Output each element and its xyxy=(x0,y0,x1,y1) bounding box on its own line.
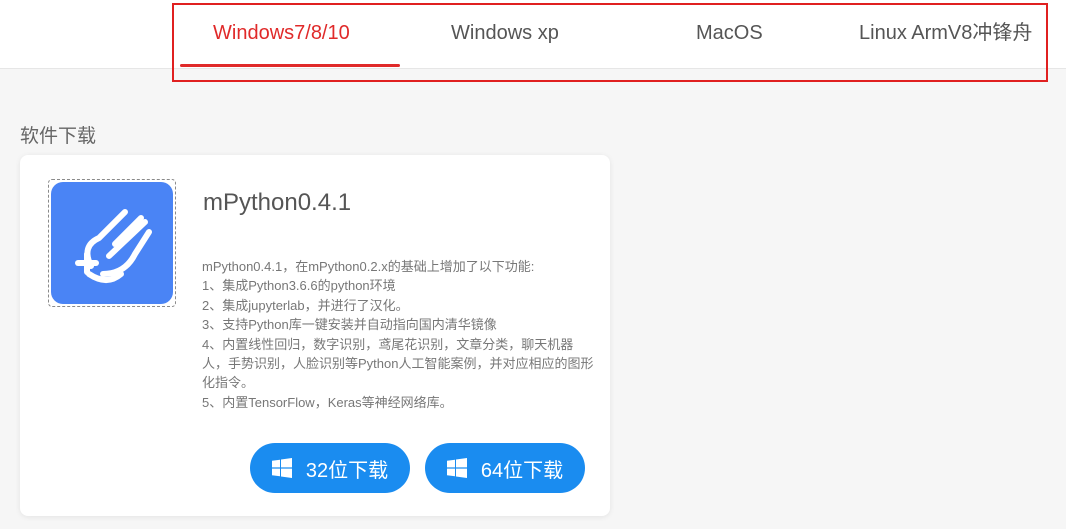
top-navigation-bar: Windows7/8/10 Windows xp MacOS Linux Arm… xyxy=(0,0,1066,69)
tab-linux-armv8[interactable]: Linux ArmV8冲锋舟 xyxy=(859,20,1032,46)
download-64bit-button[interactable]: 64位下载 xyxy=(425,443,585,493)
description-line: 1、集成Python3.6.6的python环境 xyxy=(202,278,396,294)
windows-icon xyxy=(446,458,467,478)
description-line: 5、内置TensorFlow，Keras等神经网络库。 xyxy=(202,394,453,410)
tab-windows-xp[interactable]: Windows xp xyxy=(451,20,559,46)
section-title: 软件下载 xyxy=(20,126,97,147)
mpython-logo-icon xyxy=(51,182,173,304)
download-64bit-label: 64位下载 xyxy=(480,459,564,482)
app-description: mPython0.4.1，在mPython0.2.x的基础上增加了以下功能: 1… xyxy=(202,257,598,412)
description-line: 3、支持Python库一键安装并自动指向国内清华镜像 xyxy=(202,317,497,333)
download-32bit-label: 32位下载 xyxy=(305,459,389,482)
app-icon-frame xyxy=(48,179,176,307)
description-line: mPython0.4.1，在mPython0.2.x的基础上增加了以下功能: xyxy=(202,259,535,274)
tab-macos[interactable]: MacOS xyxy=(696,20,763,46)
app-title: mPython0.4.1 xyxy=(203,189,352,216)
windows-icon xyxy=(271,458,292,478)
software-card: mPython0.4.1 mPython0.4.1，在mPython0.2.x的… xyxy=(20,155,610,516)
active-tab-indicator xyxy=(180,64,400,67)
description-line: 4、内置线性回归，数字识别，鸢尾花识别，文章分类，聊天机器人，手势识别，人脸识别… xyxy=(202,336,594,391)
download-32bit-button[interactable]: 32位下载 xyxy=(250,443,410,493)
description-line: 2、集成jupyterlab，并进行了汉化。 xyxy=(202,297,409,313)
tab-windows-7-8-10[interactable]: Windows7/8/10 xyxy=(213,20,350,46)
